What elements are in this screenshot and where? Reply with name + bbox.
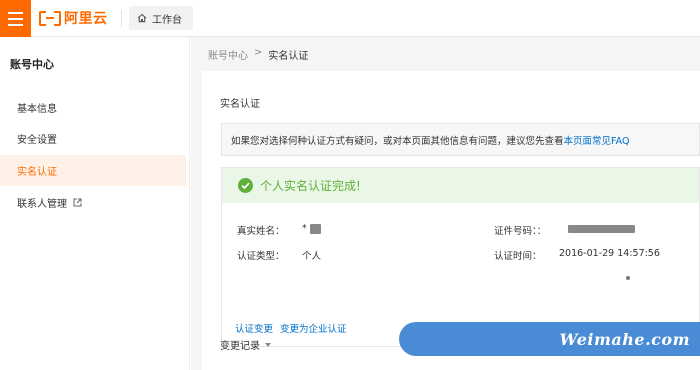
masked-name <box>310 224 321 234</box>
breadcrumb: 账号中心 > 实名认证 <box>208 47 308 62</box>
stray-dot <box>626 276 630 280</box>
breadcrumb-root[interactable]: 账号中心 <box>208 47 248 62</box>
sidebar-item-basic-info[interactable]: 基本信息 <box>0 92 186 123</box>
faq-link[interactable]: 本页面常见FAQ <box>564 133 630 147</box>
header-divider <box>121 10 122 27</box>
breadcrumb-separator: > <box>254 47 263 58</box>
success-message: 个人实名认证完成! <box>260 179 361 193</box>
auth-time-label: 认证时间： <box>494 251 542 262</box>
watermark-text: Weimahe.com <box>559 329 690 349</box>
workbench-label: 工作台 <box>152 14 182 26</box>
sidebar-item-label: 安全设置 <box>17 135 57 146</box>
faq-notice: 如果您对选择何种认证方式有疑问，或对本页面其他信息有问题，建议您先查看 本页面常… <box>221 123 700 156</box>
chevron-down-icon <box>265 342 271 347</box>
success-banner: 个人实名认证完成! <box>222 168 699 203</box>
sidebar-item-security[interactable]: 安全设置 <box>0 123 186 154</box>
home-icon <box>137 13 147 23</box>
sidebar-item-label: 基本信息 <box>17 104 57 115</box>
aliyun-logo[interactable]: 阿里云 <box>39 8 108 28</box>
notice-text: 如果您对选择何种认证方式有疑问，或对本页面其他信息有问题，建议您先查看 <box>231 135 564 147</box>
change-to-enterprise-link[interactable]: 变更为企业认证 <box>280 321 347 335</box>
menu-icon[interactable] <box>0 0 31 37</box>
sidebar-title: 账号中心 <box>10 58 54 71</box>
top-bar: 阿里云 工作台 <box>0 0 700 37</box>
auth-time-value: 2016-01-29 14:57:56 <box>559 248 660 259</box>
external-link-icon <box>73 198 82 207</box>
auth-type-label: 认证类型： <box>237 251 285 262</box>
workbench-button[interactable]: 工作台 <box>129 6 193 30</box>
breadcrumb-current: 实名认证 <box>268 51 309 62</box>
sidebar-item-label: 联系人管理 <box>17 199 67 210</box>
real-name-label: 真实姓名： <box>237 226 285 237</box>
id-number-label: 证件号码：： <box>494 226 547 237</box>
change-history-toggle[interactable]: 变更记录 <box>220 337 271 352</box>
panel-title: 实名认证 <box>220 99 260 110</box>
masked-id-number <box>568 225 635 233</box>
auth-type-value: 个人 <box>302 251 322 262</box>
action-links: 认证变更 变更为企业认证 <box>235 321 347 335</box>
watermark-banner: Weimahe.com <box>399 322 700 356</box>
brand-name: 阿里云 <box>64 11 108 27</box>
check-circle-icon <box>238 178 253 193</box>
sidebar-item-real-name[interactable]: 实名认证 <box>0 155 186 186</box>
change-verification-link[interactable]: 认证变更 <box>235 321 273 335</box>
sidebar-item-contacts[interactable]: 联系人管理 <box>0 187 186 218</box>
main-content: 账号中心 > 实名认证 实名认证 如果您对选择何种认证方式有疑问，或对本页面其他… <box>191 37 700 370</box>
sidebar-item-label: 实名认证 <box>17 167 57 178</box>
history-label: 变更记录 <box>220 341 260 352</box>
real-name-value: * <box>302 223 307 234</box>
sidebar: 账号中心 基本信息 安全设置 实名认证 联系人管理 <box>0 37 190 370</box>
verification-info-box: 个人实名认证完成! 真实姓名： * 认证类型： 个人 证件号码：： 认证时间： … <box>221 167 700 347</box>
aliyun-logo-icon <box>39 10 61 26</box>
